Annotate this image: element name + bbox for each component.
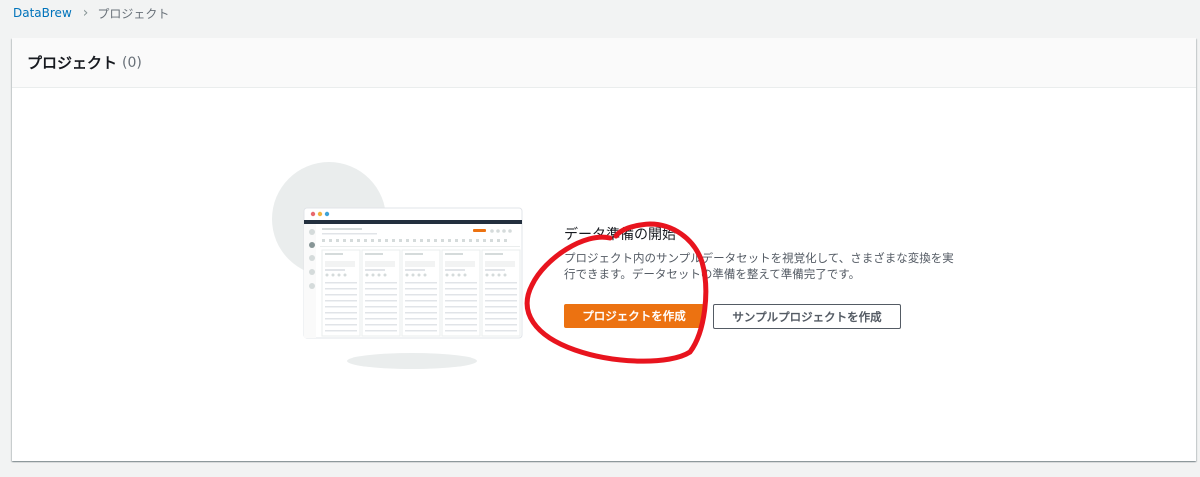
breadcrumb-databrew-link[interactable]: DataBrew <box>13 6 72 20</box>
empty-state-title: データ準備の開始 <box>564 227 676 243</box>
panel-title: プロジェクト <box>27 54 118 72</box>
breadcrumb: DataBrew › プロジェクト <box>13 5 169 21</box>
create-sample-project-button[interactable]: サンプルプロジェクトを作成 <box>713 304 901 329</box>
create-project-button[interactable]: プロジェクトを作成 <box>564 304 704 328</box>
chevron-right-icon: › <box>82 5 89 21</box>
empty-state-illustration <box>272 162 523 369</box>
breadcrumb-current: プロジェクト <box>97 6 170 21</box>
empty-state-description: プロジェクト内のサンプルデータセットを視覚化して、さまざまな変換を実行できます。… <box>564 251 954 281</box>
panel-header: プロジェクト (0) <box>12 38 1196 88</box>
project-count: (0) <box>122 54 142 71</box>
projects-panel: プロジェクト (0) データ準備の開始 プロジェクト内のサンプルデータセットを視… <box>12 38 1196 461</box>
